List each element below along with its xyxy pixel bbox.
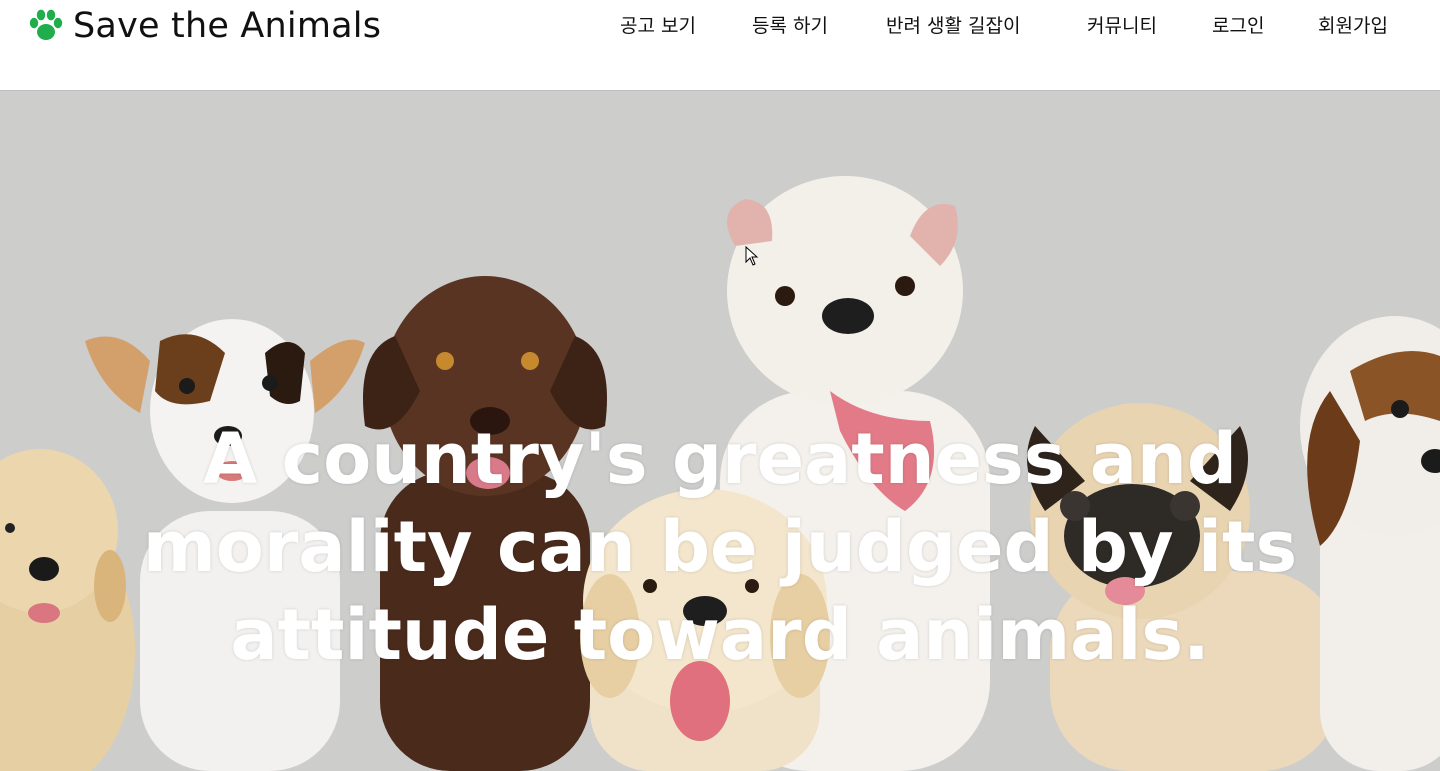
site-header: Save the Animals 공고 보기 등록 하기 반려 생활 길잡이 커… xyxy=(0,0,1440,90)
nav-item-community[interactable]: 커뮤니티 xyxy=(1087,8,1157,44)
main-nav: 공고 보기 등록 하기 반려 생활 길잡이 커뮤니티 로그인 회원가입 xyxy=(0,8,1440,44)
nav-item-signup[interactable]: 회원가입 xyxy=(1318,8,1388,44)
beagle-puppy xyxy=(1300,316,1440,771)
hero-quote: A country's greatness and morality can b… xyxy=(142,418,1298,676)
nav-item-pet-guide[interactable]: 반려 생활 길잡이 xyxy=(886,8,1020,44)
mouse-cursor-icon xyxy=(745,246,759,266)
hero-banner: A country's greatness and morality can b… xyxy=(0,90,1440,771)
nav-item-login[interactable]: 로그인 xyxy=(1212,8,1264,44)
nav-item-register[interactable]: 등록 하기 xyxy=(752,8,828,44)
nav-item-listings[interactable]: 공고 보기 xyxy=(620,8,696,44)
golden-puppy-left xyxy=(0,449,135,771)
